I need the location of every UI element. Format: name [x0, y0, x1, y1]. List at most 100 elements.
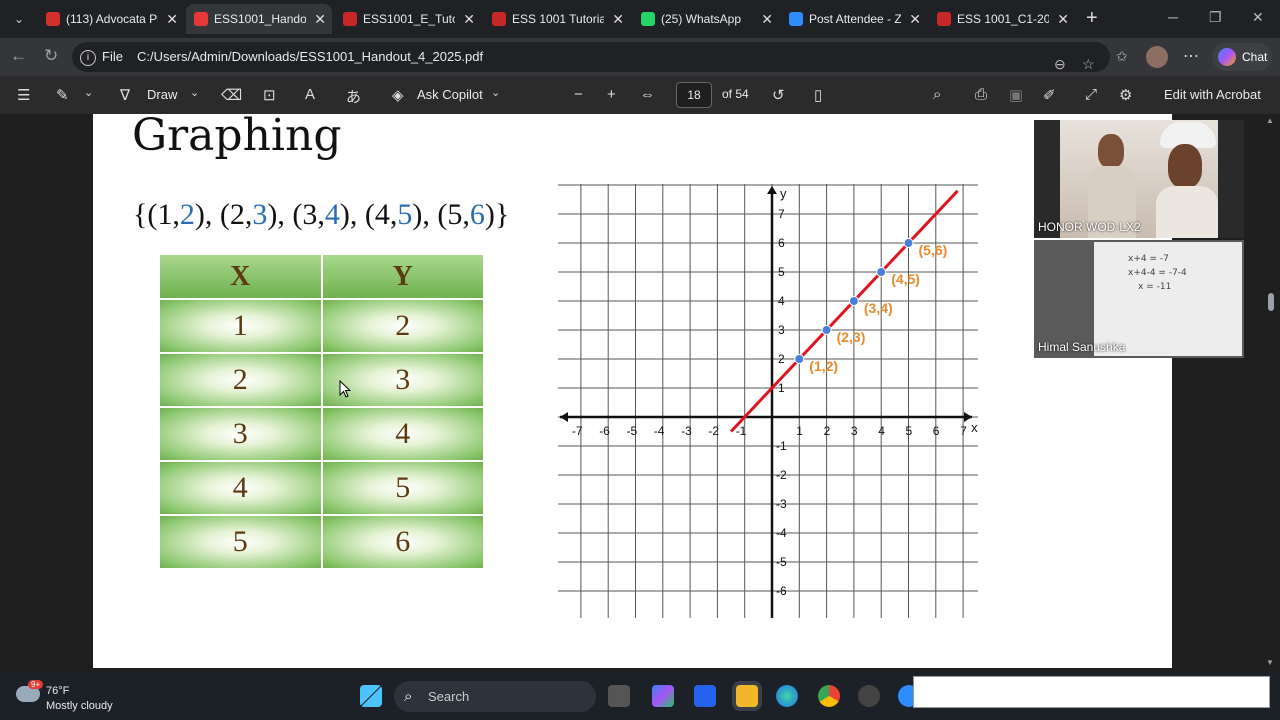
tab-label: (25) WhatsApp [661, 12, 742, 26]
more-menu-icon[interactable]: ⋯ [1183, 46, 1199, 66]
scroll-down-arrow-icon[interactable]: ▼ [1266, 658, 1274, 667]
zoom-plus-icon[interactable]: + [607, 86, 616, 103]
paren: ( [219, 198, 230, 231]
paren: ), [194, 198, 220, 231]
series-line [729, 189, 959, 433]
highlight-dropdown-icon[interactable]: ⌄ [84, 86, 93, 99]
mouse-cursor-icon [339, 380, 351, 398]
tab-search-chevron-icon[interactable]: ⌄ [8, 8, 30, 30]
browser-tab[interactable]: Post Attendee - Zo ✕ [781, 4, 927, 34]
browser-tab[interactable]: ESS1001_E_Tutorial ✕ [335, 4, 481, 34]
highlight-icon[interactable]: ✎ [56, 86, 69, 104]
start-windows-icon[interactable] [360, 685, 382, 707]
new-tab-plus-icon[interactable]: + [1086, 7, 1098, 30]
translate-icon[interactable]: あ [346, 86, 361, 107]
edge-icon[interactable] [776, 685, 798, 707]
print-icon[interactable]: ⎙ [975, 86, 987, 103]
tab-favicon-icon [789, 12, 803, 26]
draw-icon[interactable]: ∇ [120, 86, 130, 104]
x-tick-label: -6 [599, 424, 610, 438]
page-scrollbar[interactable]: ▲ ▼ [1264, 114, 1276, 672]
contents-list-icon[interactable]: ☰ [17, 86, 30, 104]
paren: ), [339, 198, 365, 231]
edit-with-acrobat-button[interactable]: Edit with Acrobat [1164, 87, 1261, 102]
close-window-icon[interactable]: ✕ [1252, 9, 1264, 26]
zoom-out-icon[interactable]: ⊖ [1054, 49, 1066, 79]
x-tick-label: 7 [960, 424, 967, 438]
zoom-minus-icon[interactable]: − [574, 86, 583, 103]
url-text[interactable]: C:/Users/Admin/Downloads/ESS1001_Handout… [137, 49, 483, 64]
rotate-icon[interactable]: ↺ [772, 86, 785, 104]
y-tick-label: -4 [776, 526, 787, 540]
scrollbar-thumb[interactable] [1268, 293, 1274, 311]
pair-y: 3 [252, 198, 268, 231]
browser-tab[interactable]: ESS 1001_C1-2020 ✕ [929, 4, 1075, 34]
text-options-icon[interactable]: A [305, 86, 315, 103]
draw-button[interactable]: Draw [147, 87, 177, 102]
search-glass-icon: ⌕ [404, 688, 413, 705]
profile-avatar[interactable] [1146, 46, 1168, 68]
copilot-chat-button[interactable]: Chat [1212, 43, 1272, 71]
browser-tab[interactable]: ESS1001_Handout_ ✕ [186, 4, 332, 34]
tab-close-icon[interactable]: ✕ [314, 4, 326, 34]
taskbar-search[interactable]: ⌕ Search [394, 681, 596, 712]
page-view-icon[interactable]: ▯ [814, 86, 822, 104]
omnibox[interactable]: i File C:/Users/Admin/Downloads/ESS1001_Ha… [72, 42, 1110, 72]
browser-tab[interactable]: (113) Advocata Plus ✕ [38, 4, 184, 34]
paren: ( [147, 198, 158, 231]
draw-dropdown-icon[interactable]: ⌄ [190, 86, 199, 99]
search-icon[interactable]: ⌕ [933, 86, 941, 103]
back-arrow-icon[interactable]: ← [10, 46, 27, 66]
page-number-input[interactable]: 18 [676, 82, 712, 108]
data-point-label: (5,6) [919, 242, 948, 258]
tab-close-icon[interactable]: ✕ [1057, 4, 1069, 34]
participant-face [1168, 144, 1202, 188]
site-info-icon[interactable]: i [80, 49, 96, 66]
tab-close-icon[interactable]: ✕ [761, 4, 773, 34]
favorite-star-icon[interactable]: ☆ [1082, 49, 1095, 79]
paren: ) [484, 198, 495, 231]
x-tick-label: -7 [572, 424, 583, 438]
browser-tab[interactable]: ESS 1001 Tutorial 0 ✕ [484, 4, 630, 34]
fit-width-icon[interactable]: ⇔ [640, 86, 655, 103]
chrome-icon[interactable] [818, 685, 840, 707]
tab-close-icon[interactable]: ✕ [612, 4, 624, 34]
tab-close-icon[interactable]: ✕ [166, 4, 178, 34]
ask-copilot-button[interactable]: Ask Copilot [417, 87, 483, 102]
notification-badge: 9+ [28, 680, 44, 689]
browser-tab[interactable]: (25) WhatsApp ✕ [633, 4, 779, 34]
video-tile-2[interactable]: x+4 = -7 x+4-4 = -7-4 x = -11 Himal Sanu… [1034, 240, 1244, 358]
chat-label: Chat [1242, 50, 1268, 64]
settings-gear-icon[interactable]: ⚙ [1119, 86, 1132, 104]
copilot-dropdown-icon[interactable]: ⌄ [491, 86, 500, 99]
fullscreen-icon[interactable]: ⤢ [1085, 86, 1097, 103]
text-box-icon[interactable]: ⊡ [263, 86, 276, 104]
reload-icon[interactable]: ↻ [44, 46, 58, 66]
restore-icon[interactable]: ❐ [1209, 9, 1222, 26]
table-row: 12 [158, 298, 485, 354]
x-tick-label: -4 [654, 424, 665, 438]
tab-close-icon[interactable]: ✕ [463, 4, 475, 34]
save-icon[interactable]: ▣ [1009, 86, 1023, 104]
task-view-icon[interactable] [608, 685, 630, 707]
favorites-icon[interactable]: ✩ [1116, 48, 1128, 65]
app-icon[interactable] [858, 685, 880, 707]
minimize-icon[interactable]: ─ [1168, 9, 1178, 25]
paren: ( [292, 198, 303, 231]
pair-x: 1 [157, 198, 173, 231]
scroll-up-arrow-icon[interactable]: ▲ [1266, 116, 1274, 125]
set-brace: } [494, 198, 510, 231]
copilot-app-icon[interactable] [652, 685, 674, 707]
comma: , [317, 198, 325, 231]
save-as-icon[interactable]: ✐ [1043, 86, 1056, 104]
store-icon[interactable] [694, 685, 716, 707]
file-explorer-icon[interactable] [736, 685, 758, 707]
pair-x: 5 [447, 198, 463, 231]
pdf-toolbar: ☰ ✎ ⌄ ∇ Draw ⌄ ⌫ ⊡ A あ ◈ Ask Copilot ⌄ −… [0, 76, 1280, 114]
copilot-small-icon[interactable]: ◈ [392, 86, 404, 104]
tab-close-icon[interactable]: ✕ [909, 4, 921, 34]
x-tick-label: 4 [878, 424, 885, 438]
y-tick-label: -2 [776, 468, 787, 482]
eraser-icon[interactable]: ⌫ [221, 86, 242, 104]
video-tile-1[interactable]: HONOR WOD-LX2 [1034, 120, 1244, 238]
